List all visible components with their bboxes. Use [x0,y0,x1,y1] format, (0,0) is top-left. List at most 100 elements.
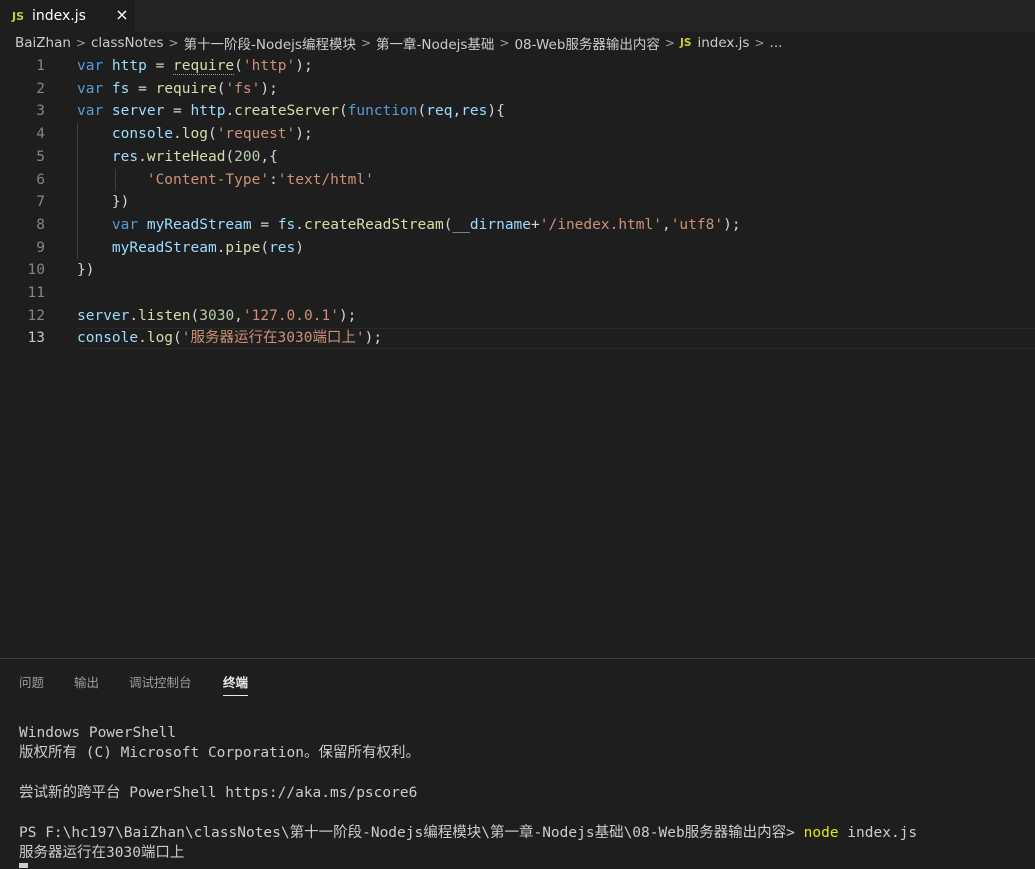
close-icon[interactable]: × [113,4,131,26]
code-token: '127.0.0.1' [242,307,339,324]
code-token: 'fs' [225,80,261,97]
code-token: require [173,58,235,75]
code-line[interactable]: 3 var server = http.createServer(function… [0,100,1035,123]
code-line[interactable]: 11 [0,282,1035,305]
breadcrumb-more[interactable]: ... [770,35,783,51]
code-token: = [146,58,174,74]
code-token: . [129,307,139,324]
line-number: 9 [36,239,45,256]
terminal-command-arg: index.js [838,825,918,841]
code-token: . [295,216,305,233]
code-token: req [426,103,453,120]
code-token: 'text/html' [277,171,374,188]
chevron-right-icon: > [168,36,179,50]
tab-problems[interactable]: 问题 [19,672,44,691]
code-line[interactable]: 8 var myReadStream = fs.createReadStream… [0,214,1035,237]
code-line[interactable]: 9 myReadStream.pipe(res) [0,237,1035,260]
code-text: console.log('服务器运行在3030端口上'); [77,327,382,350]
code-token: server [77,307,130,324]
terminal-command: node [803,825,839,841]
terminal-prompt: PS F:\hc197\BaiZhan\classNotes\第十一阶段-Nod… [19,825,804,841]
tab-label: index.js [32,8,86,24]
breadcrumb-item[interactable]: 第十一阶段-Nodejs编程模块 [184,33,356,53]
code-text: var myReadStream = fs.createReadStream(_… [77,214,741,237]
code-token: ) [295,239,305,256]
code-text: console.log('request'); [77,123,313,146]
chevron-right-icon: > [360,36,372,50]
code-token: , [452,103,462,120]
code-token: log [146,330,174,347]
line-number: 7 [36,194,45,211]
terminal-line: 版权所有 (C) Microsoft Corporation。保留所有权利。 [19,745,420,761]
code-token: ){ [487,103,505,120]
code-token: function [347,103,418,120]
code-token: createServer [234,103,339,120]
code-editor[interactable]: 1 var http = require('http'); 2 var fs = re… [0,55,1035,658]
code-token: var [77,80,112,97]
code-line[interactable]: 6 'Content-Type':'text/html' [0,169,1035,192]
breadcrumb-item[interactable]: 第一章-Nodejs基础 [376,33,494,53]
code-token: ); [295,126,313,143]
code-token: server [111,103,165,120]
code-token: res [461,103,488,120]
tab-debug-console[interactable]: 调试控制台 [129,672,192,691]
line-number: 1 [36,58,45,74]
code-text: }) [77,259,94,282]
code-line[interactable]: 13 console.log('服务器运行在3030端口上'); [0,327,1035,350]
line-number: 13 [27,330,45,347]
code-token: ); [364,330,383,347]
tab-index-js[interactable]: JS index.js × [0,0,135,32]
code-token: ); [260,80,278,97]
code-token: ( [417,103,427,120]
tab-output[interactable]: 输出 [74,672,99,691]
code-token: writeHead [146,148,226,165]
breadcrumb-file[interactable]: index.js [697,35,749,51]
code-token: var [77,103,112,120]
line-number: 10 [27,262,45,279]
code-token: + [531,216,540,233]
line-number: 5 [36,148,45,165]
code-line[interactable]: 7 }) [0,191,1035,214]
code-token: . [225,103,235,120]
code-token: pipe [225,239,261,256]
breadcrumb-item[interactable]: classNotes [91,35,164,51]
code-text: }) [77,191,129,214]
code-line[interactable]: 12 server.listen(3030,'127.0.0.1'); [0,305,1035,328]
chevron-right-icon: > [664,36,675,50]
breadcrumb-item[interactable]: 08-Web服务器输出内容 [514,33,659,53]
code-token: log [181,126,208,143]
code-token: ); [295,58,313,74]
code-text: 'Content-Type':'text/html' [77,169,374,192]
javascript-file-icon: JS [12,9,25,23]
code-token: 'Content-Type' [146,171,270,188]
code-token: res [111,148,139,165]
code-token: var [111,216,147,233]
code-token: . [173,126,182,143]
code-token: fs [111,80,130,97]
code-line[interactable]: 10}) [0,259,1035,282]
code-line[interactable]: 5 res.writeHead(200,{ [0,146,1035,169]
code-token: = [164,103,191,120]
code-text: myReadStream.pipe(res) [77,237,304,260]
code-line[interactable]: 2 var fs = require('fs'); [0,78,1035,101]
tab-terminal[interactable]: 终端 [223,672,249,696]
breadcrumb-item[interactable]: BaiZhan [15,35,71,51]
chevron-right-icon: > [499,36,510,50]
code-token: http [111,58,147,74]
code-line[interactable]: 1 var http = require('http'); [0,55,1035,78]
code-token: 'utf8' [670,216,724,233]
line-number: 4 [36,126,45,143]
code-token: ( [173,330,182,347]
code-line[interactable]: 4 console.log('request'); [0,123,1035,146]
code-token: ); [338,307,357,324]
code-token: = [129,80,156,97]
code-token: '服务器运行在3030端口上' [181,330,365,347]
code-token: console [77,330,139,347]
line-number: 6 [36,171,45,188]
terminal-line: 尝试新的跨平台 PowerShell https://aka.ms/pscore… [19,785,418,801]
code-token: myReadStream [146,216,252,233]
code-token: . [138,330,147,347]
code-token: res [269,239,296,256]
